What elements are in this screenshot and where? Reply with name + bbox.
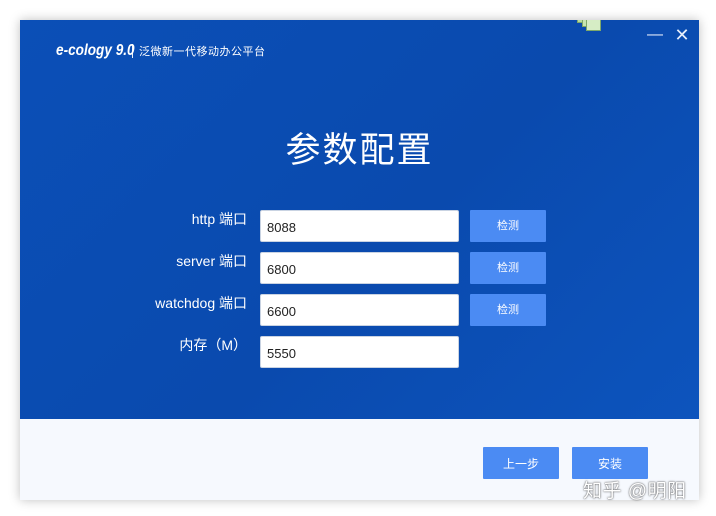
previous-step-button[interactable]: 上一步 (483, 447, 559, 479)
http-port-row: http 端口 检测 (20, 210, 699, 242)
minimize-icon[interactable]: — (646, 26, 664, 44)
square-shape (586, 20, 601, 31)
close-icon[interactable]: ✕ (673, 26, 691, 44)
logo-slogan: 泛微新一代移动办公平台 (139, 46, 266, 58)
header-panel: — ✕ e-cology 9.0 泛微新一代移动办公平台 参数配置 http 端… (20, 20, 699, 419)
http-port-label: http 端口 (191, 211, 247, 227)
memory-label: 内存（M） (179, 337, 247, 353)
watchdog-port-input[interactable] (260, 294, 459, 326)
http-port-input[interactable] (260, 210, 459, 242)
logo: e-cology 9.0 泛微新一代移动办公平台 (56, 42, 266, 60)
stacked-squares-icon (577, 20, 601, 31)
installer-window: — ✕ e-cology 9.0 泛微新一代移动办公平台 参数配置 http 端… (20, 20, 699, 500)
page-title: 参数配置 (285, 131, 434, 170)
server-port-row: server 端口 检测 (20, 252, 699, 284)
install-button[interactable]: 安装 (572, 447, 648, 479)
logo-brand: e-cology 9.0 (56, 42, 135, 59)
server-port-label: server 端口 (176, 253, 247, 269)
memory-input[interactable] (260, 336, 459, 368)
watchdog-port-check-button[interactable]: 检测 (470, 294, 546, 326)
watchdog-port-label: watchdog 端口 (155, 295, 247, 311)
watchdog-port-row: watchdog 端口 检测 (20, 294, 699, 326)
watermark: 知乎 @明阳 (583, 481, 687, 502)
http-port-check-button[interactable]: 检测 (470, 210, 546, 242)
server-port-input[interactable] (260, 252, 459, 284)
screen: — ✕ e-cology 9.0 泛微新一代移动办公平台 参数配置 http 端… (0, 0, 716, 516)
logo-divider (132, 44, 133, 58)
memory-row: 内存（M） (20, 336, 699, 368)
server-port-check-button[interactable]: 检测 (470, 252, 546, 284)
